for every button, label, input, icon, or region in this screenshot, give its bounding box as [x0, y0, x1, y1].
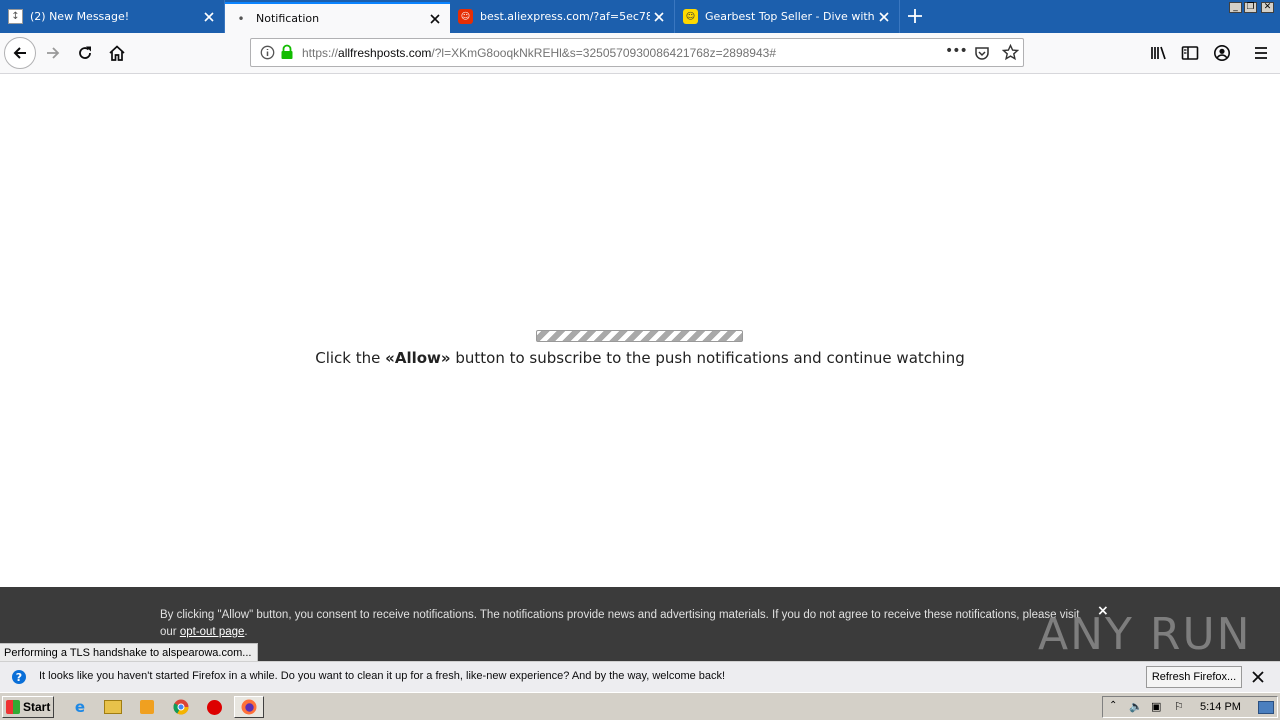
consent-body: By clicking "Allow" button, you consent … [160, 609, 1080, 638]
home-icon [109, 45, 125, 61]
message-text-start: Click the [315, 349, 386, 367]
tab-label: Gearbest Top Seller - Dive with th [705, 10, 875, 23]
url-scheme: https:// [302, 46, 339, 60]
library-button[interactable] [1144, 38, 1174, 68]
opera-icon[interactable] [204, 697, 224, 717]
firefox-taskbar-button[interactable] [234, 696, 264, 718]
forward-arrow-icon [47, 47, 60, 59]
allow-keyword: «Allow» [385, 349, 451, 367]
tab-bar: ↕ (2) New Message! • Notification ☺ best… [0, 0, 1280, 33]
info-icon[interactable] [260, 45, 275, 63]
system-tray: ⌃ 🔈 ▣ ⚐ 5:14 PM [1102, 696, 1278, 718]
chevron-up-icon[interactable]: ⌃ [1109, 700, 1117, 711]
status-panel: Performing a TLS handshake to alspearowa… [0, 643, 259, 662]
tab-notification[interactable]: • Notification [225, 2, 450, 33]
notification-text: It looks like you haven't started Firefo… [39, 670, 726, 682]
tab-aliexpress[interactable]: ☺ best.aliexpress.com/?af=5ec7874 [450, 0, 675, 33]
refresh-notification-bar: ? It looks like you haven't started Fire… [0, 661, 1280, 693]
url-bar[interactable]: https://allfreshposts.com/?l=XKmG8ooqkNk… [250, 38, 1024, 67]
back-arrow-icon [13, 47, 26, 59]
subscribe-message: Click the «Allow» button to subscribe to… [0, 349, 1280, 367]
consent-text: By clicking "Allow" button, you consent … [160, 607, 1090, 641]
start-button[interactable]: Start [2, 696, 54, 718]
back-button[interactable] [4, 37, 36, 69]
windows-logo-icon [6, 700, 20, 714]
sidebar-button[interactable] [1175, 38, 1205, 68]
gearbest-icon: ☺ [683, 9, 698, 24]
url-path: /?l=XKmG8ooqkNkREHl&s=325057093008642176… [431, 46, 777, 60]
tab-label: Notification [256, 12, 320, 25]
page-content: Click the «Allow» button to subscribe to… [0, 74, 1280, 587]
pocket-icon[interactable] [974, 45, 990, 64]
account-button[interactable] [1207, 38, 1237, 68]
start-label: Start [23, 700, 51, 714]
close-icon[interactable] [650, 8, 668, 26]
account-icon [1214, 45, 1230, 61]
show-desktop-icon[interactable] [1258, 701, 1274, 714]
explorer-folder-icon[interactable] [103, 697, 123, 717]
window-close-icon[interactable]: ✕ [1261, 2, 1274, 13]
bookmark-star-icon[interactable] [1001, 43, 1020, 64]
close-icon[interactable] [426, 10, 444, 28]
chrome-icon[interactable] [171, 697, 191, 717]
anyrun-watermark: ANY RUN [1038, 609, 1252, 660]
url-text: https://allfreshposts.com/?l=XKmG8ooqkNk… [302, 46, 776, 60]
speaker-icon[interactable]: 🔈 [1129, 700, 1143, 713]
navigation-bar: https://allfreshposts.com/?l=XKmG8ooqkNk… [0, 33, 1280, 74]
lock-icon[interactable] [280, 44, 294, 63]
sidebar-icon [1181, 46, 1199, 60]
home-button[interactable] [102, 38, 132, 68]
flag-icon[interactable]: ⚐ [1174, 700, 1184, 713]
url-host: allfreshposts.com [338, 46, 432, 60]
tab-label: best.aliexpress.com/?af=5ec7874 [480, 10, 650, 23]
refresh-firefox-button[interactable]: Refresh Firefox... [1146, 666, 1242, 688]
loading-progress-bar [536, 330, 743, 342]
minimize-icon[interactable]: _ [1229, 2, 1242, 13]
tab-new-message[interactable]: ↕ (2) New Message! [0, 0, 225, 33]
reload-icon [79, 46, 91, 59]
svg-text:?: ? [16, 671, 22, 684]
new-tab-icon[interactable] [906, 7, 926, 27]
close-icon[interactable] [200, 8, 218, 26]
close-icon[interactable] [1252, 671, 1264, 686]
opt-out-link[interactable]: opt-out page [180, 626, 245, 638]
firefox-icon [241, 699, 257, 715]
dot-icon: • [237, 11, 245, 26]
media-player-icon[interactable] [137, 697, 157, 717]
message-text-end: button to subscribe to the push notifica… [450, 349, 965, 367]
clock: 5:14 PM [1200, 701, 1241, 713]
aliexpress-icon: ☺ [458, 9, 473, 24]
taskbar: Start e ⌃ 🔈 ▣ ⚐ 5:14 PM [0, 692, 1280, 720]
consent-end: . [244, 626, 248, 638]
network-icon[interactable]: ▣ [1151, 700, 1161, 713]
tab-gearbest[interactable]: ☺ Gearbest Top Seller - Dive with th [675, 0, 900, 33]
page-actions-icon[interactable]: ••• [945, 43, 968, 59]
ie-icon[interactable]: e [70, 697, 90, 717]
reload-button[interactable] [70, 38, 100, 68]
tab-label: (2) New Message! [30, 10, 130, 23]
library-icon [1151, 46, 1166, 60]
page-icon: ↕ [8, 9, 23, 24]
restore-icon[interactable]: ❐ [1244, 2, 1257, 13]
close-icon[interactable] [875, 8, 893, 26]
menu-button[interactable] [1246, 38, 1276, 68]
forward-button[interactable] [38, 38, 68, 68]
hamburger-menu-icon [1255, 47, 1267, 59]
question-icon: ? [11, 669, 27, 688]
